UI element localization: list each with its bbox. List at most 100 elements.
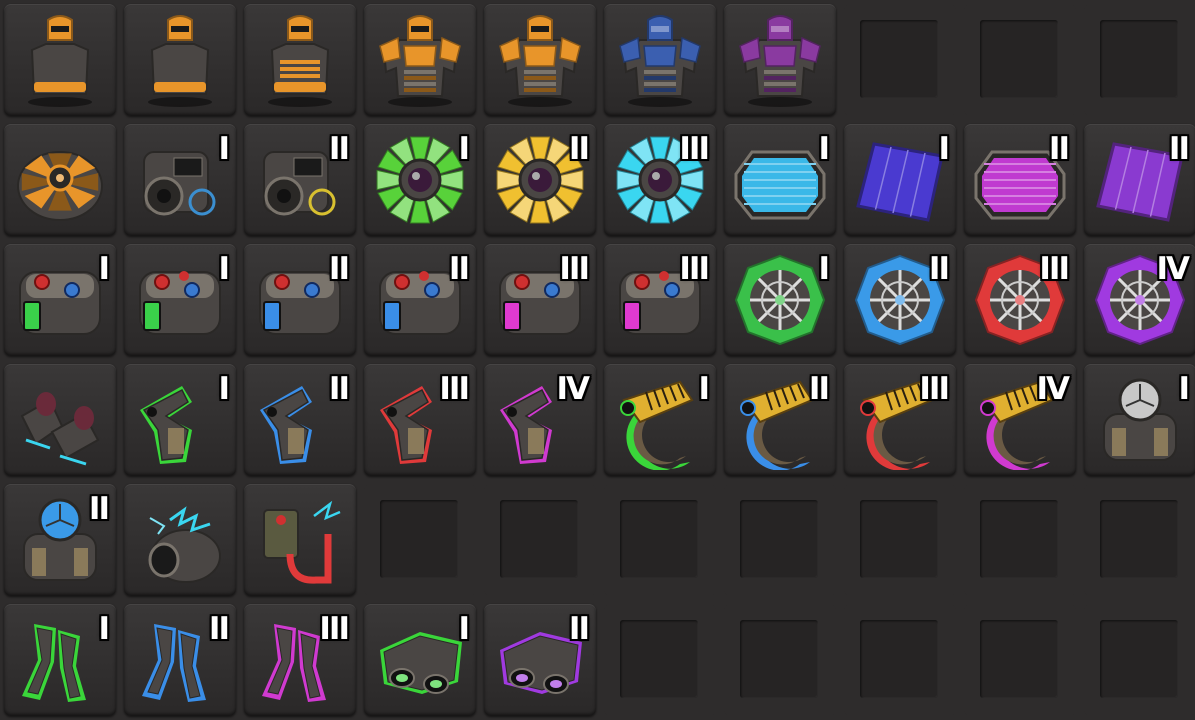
- empty-slot[interactable]: [1084, 604, 1195, 716]
- empty-slot[interactable]: [964, 604, 1076, 716]
- empty-slot[interactable]: [844, 484, 956, 596]
- tier-label: I: [938, 131, 949, 167]
- inventory-slot[interactable]: II: [4, 484, 116, 596]
- inventory-slot[interactable]: [244, 4, 356, 116]
- exoskeleton-equipment-icon: [22, 624, 86, 702]
- inventory-slot[interactable]: I: [124, 364, 236, 476]
- tier-label: III: [1039, 251, 1070, 287]
- inventory-slot[interactable]: II: [244, 364, 356, 476]
- discharge-defense-icon: [148, 506, 221, 583]
- tier-label: I: [458, 131, 469, 167]
- empty-slot[interactable]: [844, 4, 956, 116]
- fusion-reactor-equipment-icon: [17, 151, 103, 221]
- inventory-slot[interactable]: [484, 4, 596, 116]
- inventory-slot[interactable]: I: [604, 364, 716, 476]
- empty-slot[interactable]: [964, 4, 1076, 116]
- inventory-slot[interactable]: I: [724, 244, 836, 356]
- tier-label: II: [328, 251, 350, 287]
- empty-slot[interactable]: [1084, 4, 1195, 116]
- fusion-core-icon: [376, 136, 464, 224]
- heavy-laser-turret-icon: [620, 380, 694, 470]
- inventory-slot[interactable]: III: [244, 604, 356, 716]
- inventory-slot[interactable]: IV: [964, 364, 1076, 476]
- inventory-slot[interactable]: IV: [484, 364, 596, 476]
- tier-label: II: [88, 491, 110, 527]
- armor-modular-icon: [379, 15, 461, 107]
- inventory-slot[interactable]: III: [484, 244, 596, 356]
- inventory-slot[interactable]: I: [124, 244, 236, 356]
- armor-power-mk2-icon: [619, 15, 701, 107]
- inventory-slot[interactable]: [724, 4, 836, 116]
- tier-label: II: [1168, 131, 1190, 167]
- inventory-slot[interactable]: IV: [1084, 244, 1195, 356]
- inventory-slot[interactable]: III: [844, 364, 956, 476]
- inventory-slot[interactable]: II: [724, 364, 836, 476]
- inventory-slot[interactable]: II: [364, 244, 476, 356]
- empty-slot[interactable]: [604, 604, 716, 716]
- empty-slot[interactable]: [604, 484, 716, 596]
- inventory-slot[interactable]: I: [364, 124, 476, 236]
- inventory-slot[interactable]: [604, 4, 716, 116]
- inventory-slot[interactable]: I: [724, 124, 836, 236]
- empty-slot[interactable]: [484, 484, 596, 596]
- armor-power-icon: [499, 15, 581, 107]
- exoskeleton-legs-icon: [20, 392, 100, 466]
- empty-slot[interactable]: [364, 484, 476, 596]
- inventory-slot[interactable]: I: [4, 244, 116, 356]
- empty-slot[interactable]: [844, 604, 956, 716]
- solar-panel-mk2-icon: [856, 142, 944, 222]
- inventory-slot[interactable]: II: [1084, 124, 1195, 236]
- inventory-slot[interactable]: III: [604, 244, 716, 356]
- solar-panel-equipment-icon: [734, 150, 826, 220]
- tier-label: I: [218, 371, 229, 407]
- empty-slot[interactable]: [964, 484, 1076, 596]
- tier-label: III: [679, 131, 710, 167]
- battery-equipment-icon: [19, 271, 101, 335]
- inventory-slot[interactable]: [364, 4, 476, 116]
- inventory-slot[interactable]: I: [124, 124, 236, 236]
- inventory-slot[interactable]: I: [844, 124, 956, 236]
- inventory-slot[interactable]: [4, 124, 116, 236]
- empty-slot[interactable]: [724, 484, 836, 596]
- inventory-slot[interactable]: II: [964, 124, 1076, 236]
- tier-label: I: [98, 611, 109, 647]
- empty-slot[interactable]: [724, 604, 836, 716]
- empty-slot[interactable]: [1084, 484, 1195, 596]
- inventory-slot[interactable]: [124, 4, 236, 116]
- armor-power-mk3-icon: [739, 15, 821, 107]
- equipment-grid: I II I II III I I II II I I II II III III I II III IV I II II…: [4, 4, 1195, 716]
- inventory-slot[interactable]: II: [244, 124, 356, 236]
- roboport-equipment-icon: [1103, 378, 1177, 461]
- inventory-slot[interactable]: III: [604, 124, 716, 236]
- tier-label: I: [218, 131, 229, 167]
- tier-label: II: [328, 371, 350, 407]
- personal-laser-defense-icon: [140, 386, 192, 464]
- tier-label: II: [448, 251, 470, 287]
- inventory-slot[interactable]: [4, 364, 116, 476]
- tier-label: III: [439, 371, 470, 407]
- inventory-slot[interactable]: [124, 484, 236, 596]
- inventory-slot[interactable]: I: [1084, 364, 1195, 476]
- inventory-slot[interactable]: III: [364, 364, 476, 476]
- inventory-slot[interactable]: III: [964, 244, 1076, 356]
- tier-label: III: [559, 251, 590, 287]
- tier-label: II: [568, 131, 590, 167]
- inventory-slot[interactable]: II: [484, 604, 596, 716]
- inventory-slot[interactable]: II: [244, 244, 356, 356]
- tier-label: II: [928, 251, 950, 287]
- inventory-slot[interactable]: [244, 484, 356, 596]
- night-vision-icon: [380, 632, 462, 694]
- tier-label: IV: [556, 371, 590, 407]
- inventory-slot[interactable]: I: [4, 604, 116, 716]
- inventory-slot[interactable]: II: [844, 244, 956, 356]
- inventory-slot[interactable]: II: [484, 124, 596, 236]
- inventory-slot[interactable]: [4, 4, 116, 116]
- tier-label: I: [1178, 371, 1189, 407]
- tier-label: I: [818, 251, 829, 287]
- tier-label: II: [208, 611, 230, 647]
- inventory-slot[interactable]: II: [124, 604, 236, 716]
- tier-label: I: [218, 251, 229, 287]
- tier-label: II: [568, 611, 590, 647]
- inventory-slot[interactable]: I: [364, 604, 476, 716]
- tier-label: II: [808, 371, 830, 407]
